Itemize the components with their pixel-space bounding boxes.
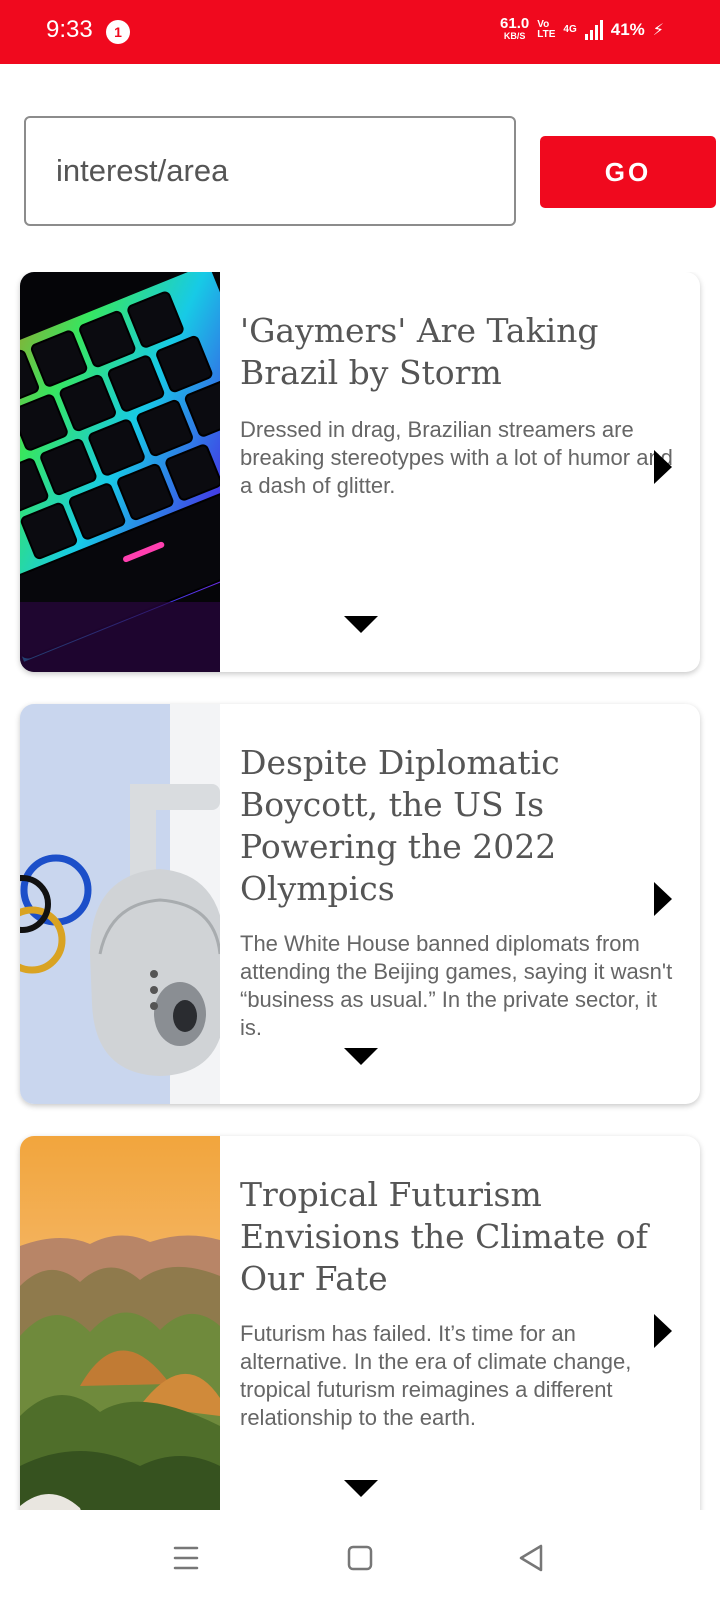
network-speed: 61.0 KB/S	[500, 15, 530, 42]
back-triangle-icon[interactable]	[512, 1538, 552, 1578]
status-indicators: 61.0 KB/S Vo LTE 4G 41% ⚡	[500, 15, 664, 42]
expand-chevron-down-icon[interactable]	[344, 1048, 378, 1065]
signal-icon	[584, 20, 603, 40]
rgb-keyboard-image	[20, 272, 220, 672]
article-title[interactable]: Despite Diplomatic Boycott, the US Is Po…	[240, 742, 680, 910]
battery-percent: 41%	[610, 20, 645, 39]
article-description: The White House banned diplomats from at…	[240, 931, 673, 1040]
network-speed-unit: KB/S	[503, 31, 526, 41]
article-description: Dressed in drag, Brazilian streamers are…	[240, 417, 673, 498]
article-card[interactable]: Tropical Futurism Envisions the Climate …	[20, 1136, 700, 1510]
article-feed[interactable]: 'Gaymers' Are Taking Brazil by Storm Dre…	[0, 272, 720, 1510]
article-card[interactable]: Despite Diplomatic Boycott, the US Is Po…	[20, 704, 700, 1104]
article-card[interactable]: 'Gaymers' Are Taking Brazil by Storm Dre…	[20, 272, 700, 672]
notification-badge: 1	[106, 20, 130, 44]
expand-chevron-down-icon[interactable]	[344, 616, 378, 633]
open-article-arrow-icon[interactable]	[654, 882, 672, 916]
open-article-arrow-icon[interactable]	[654, 450, 672, 484]
volte-icon: Vo LTE	[537, 20, 555, 40]
home-square-icon[interactable]	[340, 1538, 380, 1578]
article-title[interactable]: Tropical Futurism Envisions the Climate …	[240, 1174, 680, 1300]
surveillance-camera-olympics-image	[20, 704, 220, 1104]
network-speed-value: 61.0	[500, 15, 530, 32]
interest-search-input[interactable]	[24, 116, 516, 226]
open-article-arrow-icon[interactable]	[654, 1314, 672, 1348]
article-title[interactable]: 'Gaymers' Are Taking Brazil by Storm	[240, 310, 680, 394]
article-description: Futurism has failed. It’s time for an al…	[240, 1321, 632, 1430]
menu-icon[interactable]	[166, 1538, 206, 1578]
status-bar: 9:33 1 61.0 KB/S Vo LTE 4G 41% ⚡	[0, 0, 720, 64]
system-nav-bar	[0, 1510, 720, 1600]
expand-chevron-down-icon[interactable]	[344, 1480, 378, 1497]
network-type: 4G	[563, 24, 577, 35]
status-time: 9:33	[46, 16, 93, 43]
charging-icon: ⚡	[652, 22, 664, 39]
go-button[interactable]: GO	[540, 136, 716, 208]
volte-bottom: LTE	[537, 29, 556, 40]
tropical-hills-landscape-image	[20, 1136, 220, 1510]
